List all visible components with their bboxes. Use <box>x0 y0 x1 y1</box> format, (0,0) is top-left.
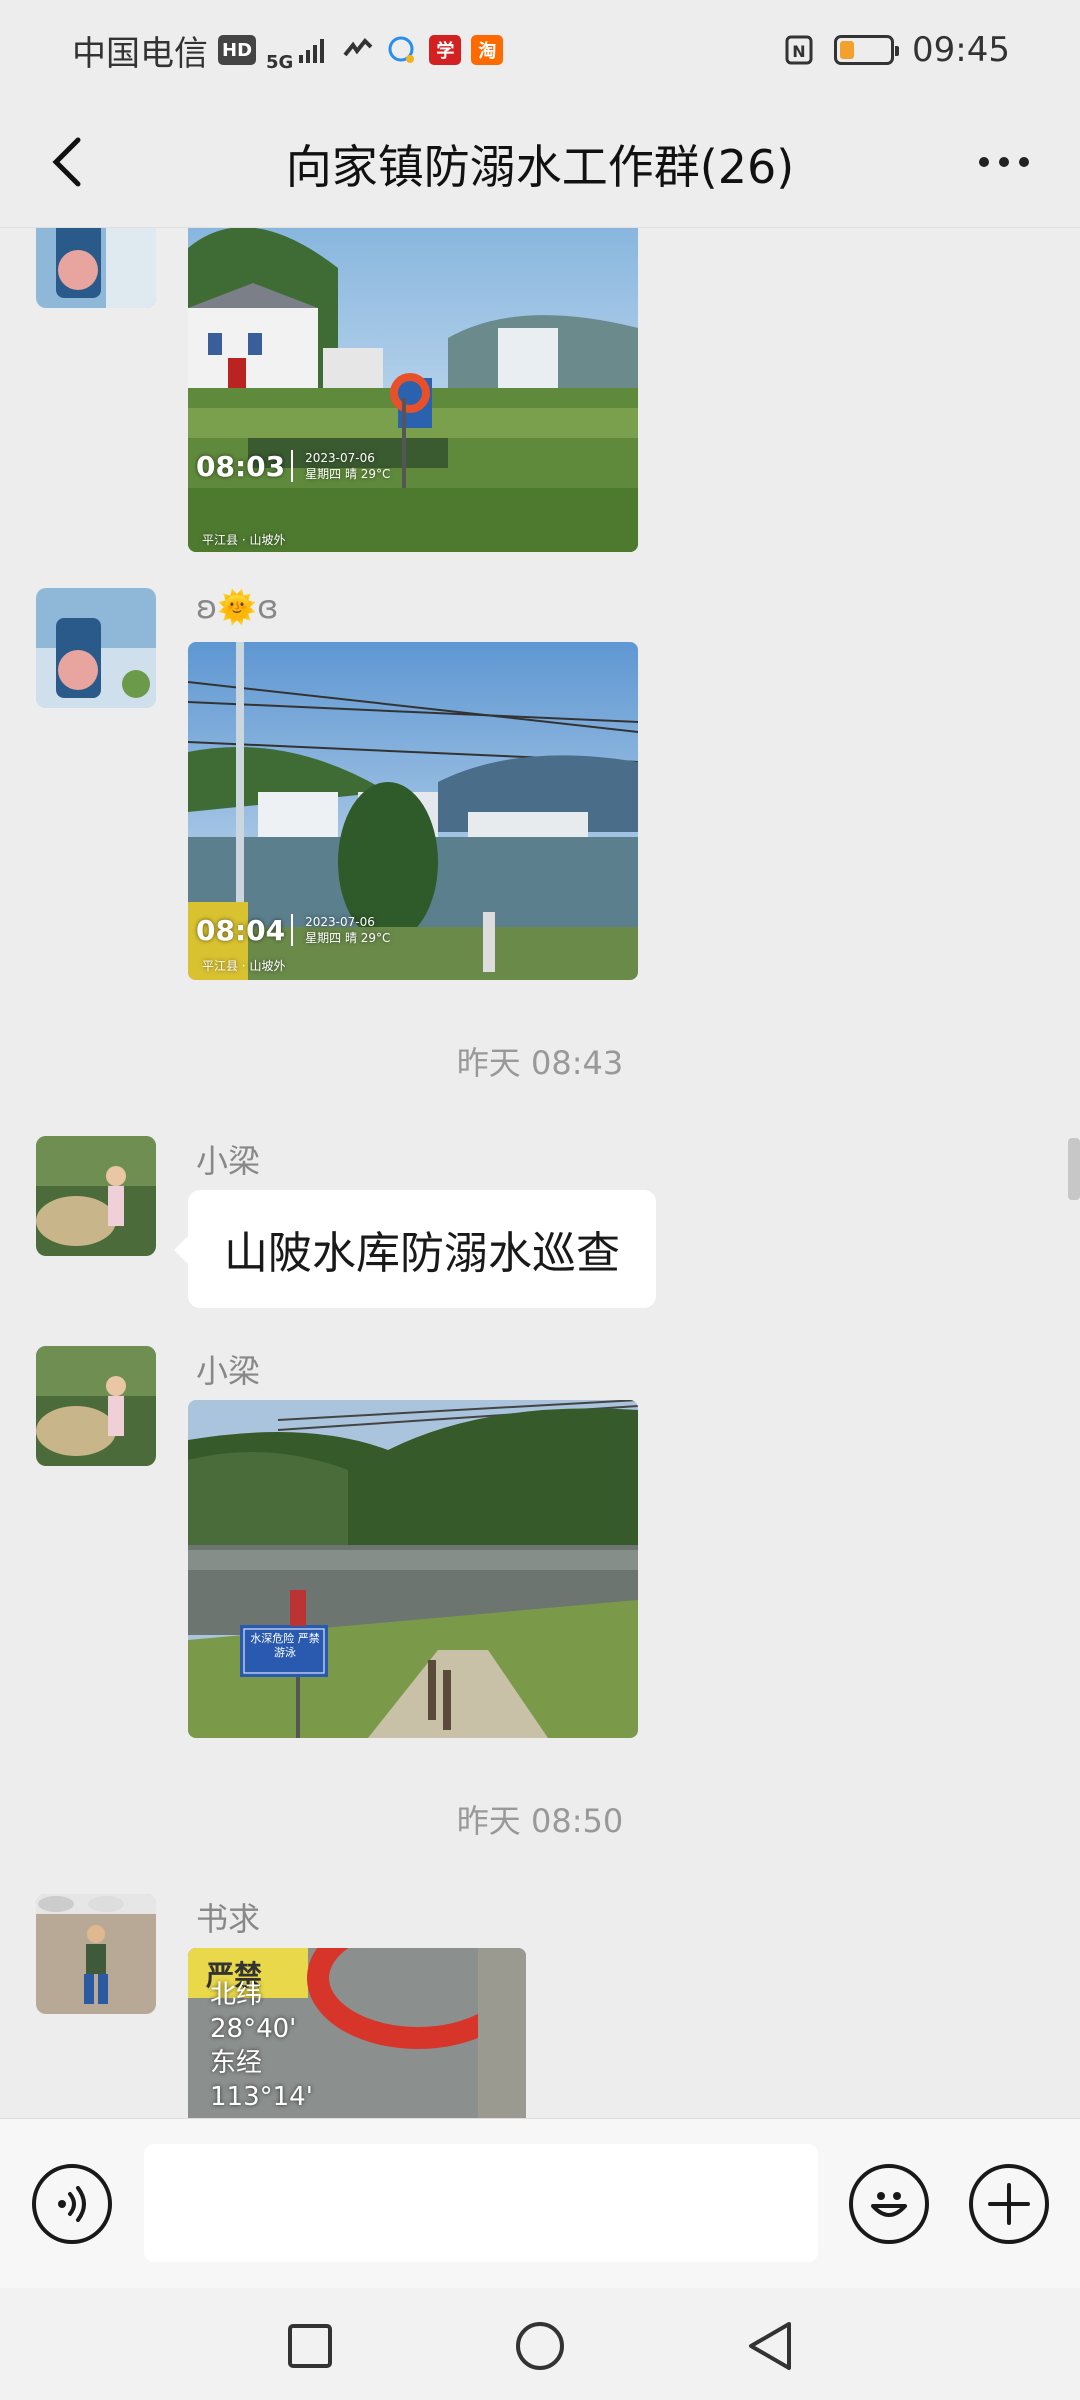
chat-image[interactable]: 严禁 北纬 28°40' 东经 113°14' <box>188 1948 526 2118</box>
status-bar: 中国电信 HD 5G 学 淘 N 09:45 <box>0 0 1080 100</box>
svg-text:N: N <box>792 42 805 61</box>
gps-lon: 113°14' <box>210 2082 313 2112</box>
avatar[interactable] <box>36 1346 156 1466</box>
watermark-place: 平江县 · 山坡外 <box>202 533 286 547</box>
sender-name: ʚ🌞ɞ <box>196 588 279 626</box>
chat-header: 向家镇防溺水工作群(26) <box>0 100 1080 228</box>
recents-square-icon <box>288 2324 332 2368</box>
photo-watermark: 08:04 2023-07-06 星期四 晴 29°C <box>196 914 390 947</box>
chat-image[interactable]: 08:04 2023-07-06 星期四 晴 29°C 平江县 · 山坡外 <box>188 642 638 980</box>
status-right: N 09:45 <box>782 30 1010 70</box>
avatar[interactable] <box>36 1136 156 1256</box>
sender-name: 小梁 <box>196 1352 261 1390</box>
taobao-app-icon: 淘 <box>471 35 504 65</box>
back-triangle-icon <box>749 2322 791 2370</box>
chat-image[interactable]: 水深危险 严禁游泳 <box>188 1400 638 1738</box>
warning-sign-text: 水深危险 严禁游泳 <box>250 1632 320 1659</box>
system-navigation-bar <box>0 2288 1080 2400</box>
text-message-bubble[interactable]: 山陂水库防溺水巡查 <box>174 1190 656 1308</box>
carrier-label: 中国电信 <box>72 33 208 74</box>
avatar[interactable] <box>36 228 156 308</box>
message-list[interactable]: 08:03 2023-07-06 星期四 晴 29°C 平江县 · 山坡外 ʚ🌞… <box>0 228 1080 2118</box>
watermark-time: 08:04 <box>196 914 286 947</box>
back-nav-button[interactable] <box>740 2316 800 2376</box>
watermark-weather: 星期四 晴 29°C <box>305 931 391 945</box>
nfc-icon: N <box>785 35 813 65</box>
plus-icon <box>988 2183 1030 2225</box>
input-bar <box>0 2118 1080 2288</box>
photo-watermark: 08:03 2023-07-06 星期四 晴 29°C <box>196 450 390 483</box>
wifi-calling-icon <box>343 38 373 57</box>
plus-button[interactable] <box>969 2164 1049 2244</box>
gps-label-lat: 北纬 <box>210 1980 263 2010</box>
voice-icon <box>58 2186 86 2222</box>
gps-watermark: 北纬 28°40' 东经 113°14' <box>210 1978 313 2114</box>
chevron-left-icon <box>52 137 81 187</box>
time-separator: 昨天 08:50 <box>456 1802 624 1840</box>
watermark-weather: 星期四 晴 29°C <box>305 467 391 481</box>
group-title: 向家镇防溺水工作群(26) <box>285 139 795 194</box>
sender-name: 小梁 <box>196 1142 261 1180</box>
back-button[interactable] <box>36 130 100 194</box>
clock: 09:45 <box>912 30 1010 70</box>
time-separator: 昨天 08:43 <box>456 1044 624 1082</box>
watermark-time: 08:03 <box>196 450 286 483</box>
sender-name: 书求 <box>196 1900 261 1938</box>
hd-icon: HD <box>218 35 257 65</box>
scrollbar-thumb[interactable] <box>1068 1138 1080 1200</box>
voice-button[interactable] <box>32 2164 112 2244</box>
signal-icon <box>299 39 325 63</box>
more-dot-icon <box>979 157 989 167</box>
network-type: 5G <box>266 51 294 73</box>
watermark-date: 2023-07-06 <box>305 451 375 465</box>
watermark-date: 2023-07-06 <box>305 915 375 929</box>
avatar[interactable] <box>36 1894 156 2014</box>
watermark-place: 平江县 · 山坡外 <box>202 959 286 973</box>
battery-icon <box>834 35 900 65</box>
more-dot-icon <box>1019 157 1029 167</box>
gps-label-lon: 东经 <box>210 2048 263 2078</box>
gps-lat: 28°40' <box>210 2014 297 2044</box>
emoji-icon <box>871 2192 907 2217</box>
more-options-button[interactable] <box>964 130 1044 194</box>
home-circle-icon <box>516 2322 564 2370</box>
xuexi-app-icon: 学 <box>429 35 462 65</box>
message-input[interactable] <box>144 2144 818 2262</box>
battery-fill <box>840 41 854 59</box>
chat-app-icon <box>388 36 415 63</box>
emoji-button[interactable] <box>849 2164 929 2244</box>
avatar[interactable] <box>36 588 156 708</box>
recents-button[interactable] <box>280 2316 340 2376</box>
status-left: 中国电信 HD 5G 学 淘 <box>72 26 504 75</box>
chat-image[interactable]: 08:03 2023-07-06 星期四 晴 29°C 平江县 · 山坡外 <box>188 228 638 552</box>
more-dot-icon <box>999 157 1009 167</box>
home-button[interactable] <box>510 2316 570 2376</box>
